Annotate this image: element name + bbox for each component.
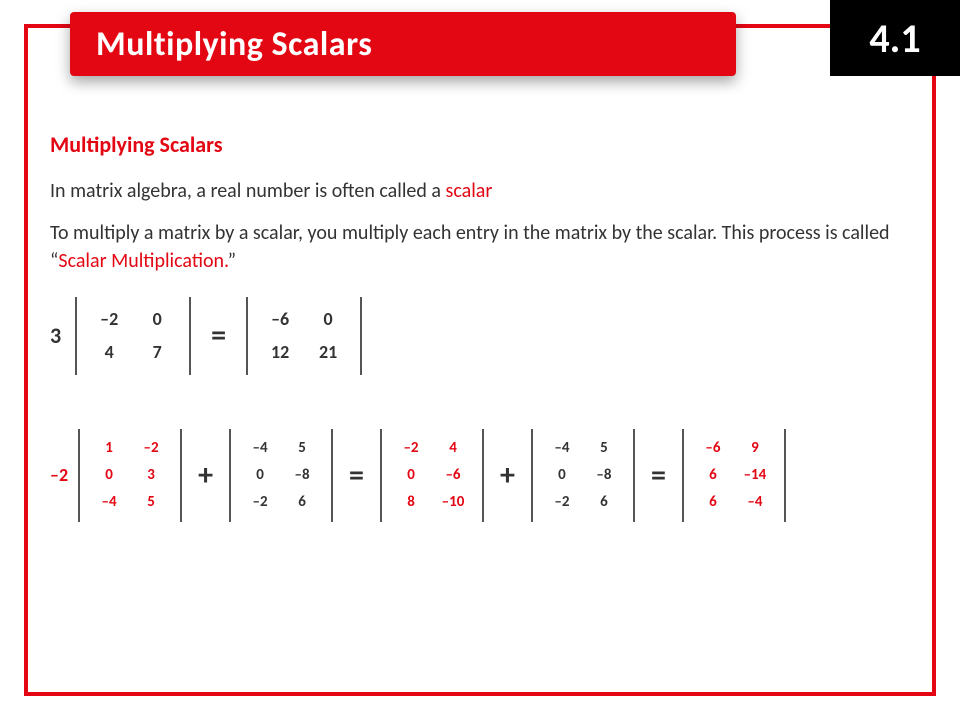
title-banner: Multiplying Scalars xyxy=(70,12,736,76)
cell: 6 xyxy=(583,489,625,516)
cell: –2 xyxy=(239,489,281,516)
cell: –6 xyxy=(432,462,474,489)
slide-content: Multiplying Scalars In matrix algebra, a… xyxy=(50,130,910,680)
cell: –14 xyxy=(734,462,776,489)
cell: 21 xyxy=(304,336,352,369)
cell: 1 xyxy=(88,435,130,462)
cell: –4 xyxy=(541,435,583,462)
cell: 6 xyxy=(692,489,734,516)
eq1-matrix-result: –60 1221 xyxy=(246,297,362,375)
eq2-scalar: –2 xyxy=(50,463,68,488)
scalar-multiplication-term: Scalar Multiplication. xyxy=(58,249,227,273)
eq2-equals-2: = xyxy=(645,455,672,497)
eq2-matrix-c: –24 0–6 8–10 xyxy=(380,429,484,522)
cell: 0 xyxy=(390,462,432,489)
cell: 5 xyxy=(583,435,625,462)
paragraph-1: In matrix algebra, a real number is ofte… xyxy=(50,177,910,205)
paragraph-2: To multiply a matrix by a scalar, you mu… xyxy=(50,219,910,275)
cell: –4 xyxy=(239,435,281,462)
cell: 0 xyxy=(88,462,130,489)
cell: 4 xyxy=(432,435,474,462)
cell: –8 xyxy=(281,462,323,489)
cell: –6 xyxy=(256,303,304,336)
cell: –2 xyxy=(390,435,432,462)
cell: 4 xyxy=(85,336,133,369)
scalar-keyword: scalar xyxy=(446,179,493,203)
slide-title: Multiplying Scalars xyxy=(96,24,372,65)
cell: –6 xyxy=(692,435,734,462)
eq2-matrix-d: –45 0–8 –26 xyxy=(531,429,635,522)
eq1-equals: = xyxy=(205,315,232,357)
equation-2: –2 1–2 03 –45 + –45 0–8 –26 = –24 0–6 8–… xyxy=(50,429,910,522)
eq1-matrix-a: –20 47 xyxy=(75,297,191,375)
cell: 5 xyxy=(281,435,323,462)
cell: 9 xyxy=(734,435,776,462)
cell: 0 xyxy=(541,462,583,489)
paragraph-1-text: In matrix algebra, a real number is ofte… xyxy=(50,179,446,203)
cell: –2 xyxy=(130,435,172,462)
cell: –2 xyxy=(85,303,133,336)
eq2-matrix-result: –69 6–14 6–4 xyxy=(682,429,786,522)
cell: 6 xyxy=(281,489,323,516)
cell: –10 xyxy=(432,489,474,516)
section-number-badge: 4.1 xyxy=(830,0,960,76)
cell: –8 xyxy=(583,462,625,489)
cell: –4 xyxy=(88,489,130,516)
paragraph-2-text-c: ” xyxy=(228,249,236,273)
section-number-text: 4.1 xyxy=(869,14,920,63)
cell: 0 xyxy=(304,303,352,336)
cell: 6 xyxy=(692,462,734,489)
cell: 0 xyxy=(239,462,281,489)
eq2-matrix-a: 1–2 03 –45 xyxy=(78,429,182,522)
eq1-scalar: 3 xyxy=(50,321,61,352)
eq2-matrix-b: –45 0–8 –26 xyxy=(229,429,333,522)
cell: –2 xyxy=(541,489,583,516)
cell: –4 xyxy=(734,489,776,516)
eq2-plus-2: + xyxy=(494,455,521,497)
cell: 12 xyxy=(256,336,304,369)
eq2-equals-1: = xyxy=(343,455,370,497)
cell: 5 xyxy=(130,489,172,516)
cell: 8 xyxy=(390,489,432,516)
eq2-plus-1: + xyxy=(192,455,219,497)
equation-1: 3 –20 47 = –60 1221 xyxy=(50,297,910,375)
cell: 0 xyxy=(133,303,181,336)
cell: 3 xyxy=(130,462,172,489)
cell: 7 xyxy=(133,336,181,369)
content-subheading: Multiplying Scalars xyxy=(50,130,910,161)
